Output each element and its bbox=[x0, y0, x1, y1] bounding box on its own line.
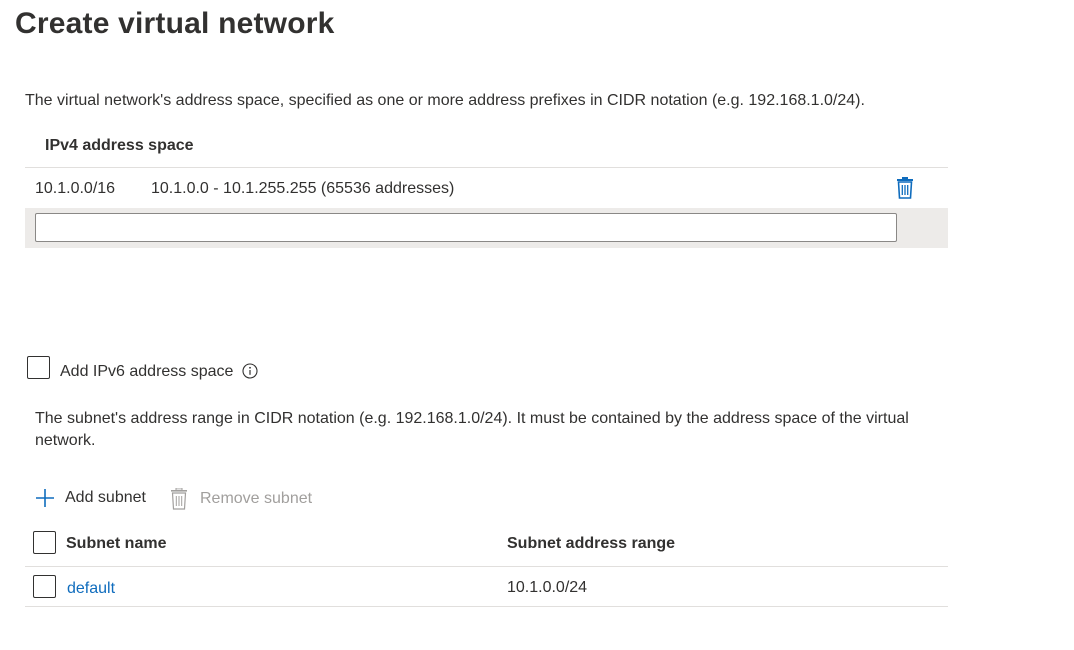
plus-icon bbox=[36, 489, 54, 507]
ipv4-prefix: 10.1.0.0/16 bbox=[35, 180, 116, 197]
trash-icon bbox=[897, 177, 913, 199]
subnet-header-divider bbox=[25, 566, 948, 567]
ipv4-description: The virtual network's address space, spe… bbox=[25, 92, 865, 109]
ipv4-header-divider bbox=[25, 167, 948, 168]
new-address-input[interactable] bbox=[35, 213, 897, 242]
delete-address-button[interactable] bbox=[893, 176, 917, 200]
subnet-row-checkbox[interactable] bbox=[33, 575, 56, 598]
ipv6-checkbox-label[interactable]: Add IPv6 address space bbox=[60, 361, 233, 383]
ipv6-checkbox[interactable] bbox=[27, 356, 50, 379]
info-icon[interactable] bbox=[242, 363, 258, 379]
subnet-row-divider bbox=[25, 606, 948, 607]
page-title: Create virtual network bbox=[15, 7, 335, 40]
remove-subnet-button[interactable]: Remove subnet bbox=[170, 488, 312, 510]
add-subnet-label: Add subnet bbox=[65, 489, 146, 506]
column-header-subnet-name: Subnet name bbox=[66, 535, 167, 552]
add-subnet-button[interactable]: Add subnet bbox=[35, 488, 146, 508]
remove-subnet-label: Remove subnet bbox=[200, 490, 313, 507]
ipv4-column-header: IPv4 address space bbox=[45, 137, 194, 154]
subnet-address-range: 10.1.0.0/24 bbox=[507, 579, 588, 596]
subnet-description: The subnet's address range in CIDR notat… bbox=[35, 410, 909, 449]
column-header-subnet-range: Subnet address range bbox=[507, 535, 676, 552]
trash-icon bbox=[171, 488, 187, 510]
select-all-subnets-checkbox[interactable] bbox=[33, 531, 56, 554]
ipv4-range: 10.1.0.0 - 10.1.255.255 (65536 addresses… bbox=[151, 180, 455, 197]
subnet-name-link[interactable]: default bbox=[67, 578, 115, 600]
